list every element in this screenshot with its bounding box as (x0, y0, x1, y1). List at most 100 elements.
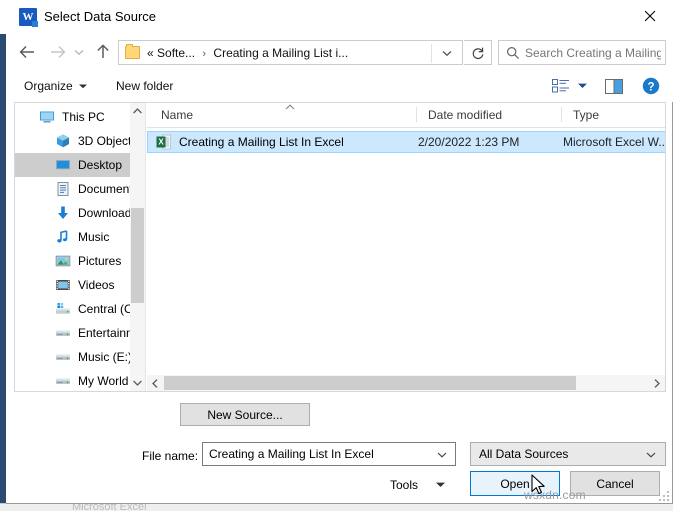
horizontal-scroll-thumb[interactable] (164, 376, 576, 390)
chevron-down-icon (74, 49, 84, 55)
pictures-icon (55, 253, 71, 269)
scroll-up-button[interactable] (130, 103, 145, 119)
sidebar-item-label: Downloads (78, 206, 138, 220)
chevron-left-icon (152, 378, 158, 388)
sidebar-item-3d-objects[interactable]: 3D Objects (15, 129, 145, 153)
address-divider (431, 44, 432, 63)
column-headers: Name Date modified Type (147, 103, 665, 128)
drive-icon (55, 349, 71, 365)
column-header-name[interactable]: Name (147, 103, 417, 126)
navigation-pane: This PC 3D Objects Desktop Documents Dow… (15, 103, 146, 391)
scroll-left-button[interactable] (147, 375, 163, 391)
chevron-down-icon (646, 452, 656, 458)
sidebar-item-music[interactable]: Music (15, 225, 145, 249)
sidebar-item-downloads[interactable]: Downloads (15, 201, 145, 225)
tools-button[interactable]: Tools (390, 474, 446, 496)
view-mode-button[interactable] (550, 75, 572, 97)
column-header-label: Type (573, 107, 600, 122)
file-type-cell: Microsoft Excel W... (563, 135, 665, 149)
column-header-date-modified[interactable]: Date modified (417, 103, 562, 126)
column-header-label: Date modified (428, 107, 503, 122)
sidebar-item-entertainment[interactable]: Entertainmen (15, 321, 145, 345)
videos-icon (55, 277, 71, 293)
select-data-source-dialog: W Select Data Source « Softe... › Creati… (6, 0, 673, 504)
svg-text:X: X (158, 138, 164, 147)
arrow-right-icon (50, 45, 65, 59)
new-folder-button[interactable]: New folder (112, 75, 177, 97)
forward-button[interactable] (44, 39, 70, 65)
help-button[interactable]: ? (640, 75, 662, 97)
documents-icon (55, 181, 71, 197)
breadcrumb-overflow[interactable]: « (147, 46, 154, 60)
breadcrumb-part-1[interactable]: Creating a Mailing List i... (213, 46, 348, 60)
sidebar-item-label: Desktop (78, 158, 123, 172)
organize-label: Organize (24, 79, 73, 93)
chevron-down-icon (437, 452, 447, 458)
file-name-cell: X Creating a Mailing List In Excel (156, 132, 418, 152)
close-icon (644, 10, 656, 21)
system-drive-icon (55, 301, 71, 317)
sidebar-item-label: 3D Objects (78, 134, 138, 148)
file-type-filter-combobox[interactable]: All Data Sources (470, 442, 666, 466)
chevron-down-icon (133, 380, 142, 386)
sidebar-item-label: Videos (78, 278, 115, 292)
search-icon (506, 46, 520, 60)
up-button[interactable] (90, 39, 116, 65)
recent-locations-button[interactable] (70, 39, 88, 65)
file-date-cell: 2/20/2022 1:23 PM (418, 135, 520, 149)
address-dropdown-button[interactable] (436, 45, 458, 62)
resize-grip[interactable] (657, 489, 669, 501)
sort-ascending-icon (285, 104, 295, 110)
sidebar-scrollbar[interactable] (130, 103, 145, 391)
file-type-filter-dropdown-button[interactable] (642, 447, 660, 463)
navigation-bar: « Softe... › Creating a Mailing List i..… (6, 34, 673, 70)
file-name-combobox[interactable]: Creating a Mailing List In Excel (202, 442, 456, 466)
new-source-button[interactable]: New Source... (180, 403, 310, 426)
refresh-button[interactable] (464, 40, 492, 65)
chevron-up-icon (133, 108, 142, 114)
title-bar: W Select Data Source (6, 0, 673, 34)
search-input[interactable]: Search Creating a Mailing Li... (525, 45, 661, 62)
sidebar-item-videos[interactable]: Videos (15, 273, 145, 297)
view-mode-dropdown[interactable] (575, 75, 589, 97)
chevron-right-icon (654, 378, 660, 388)
music-icon (55, 229, 71, 245)
list-view-icon (552, 79, 569, 93)
back-button[interactable] (14, 39, 40, 65)
sidebar-item-label: This PC (62, 110, 105, 124)
sidebar-item-label: Pictures (78, 254, 122, 268)
downloads-icon (55, 205, 71, 221)
preview-pane-button[interactable] (603, 75, 625, 97)
sidebar-item-my-world-f[interactable]: My World (F:) (15, 369, 145, 391)
close-button[interactable] (627, 0, 673, 31)
sidebar-item-this-pc[interactable]: This PC (15, 105, 145, 129)
column-header-type[interactable]: Type (562, 103, 665, 126)
breadcrumb-separator: › (202, 48, 207, 60)
command-bar: Organize New folder ? (6, 70, 673, 102)
file-name-input[interactable]: Creating a Mailing List In Excel (209, 446, 431, 463)
window-title: Select Data Source (44, 9, 157, 24)
content-area: This PC 3D Objects Desktop Documents Dow… (14, 102, 666, 392)
sidebar-item-pictures[interactable]: Pictures (15, 249, 145, 273)
address-bar[interactable]: « Softe... › Creating a Mailing List i..… (118, 40, 463, 65)
scroll-right-button[interactable] (649, 375, 665, 391)
file-list: Name Date modified Type X Creating a Mai… (147, 103, 665, 391)
sidebar-item-music-e[interactable]: Music (E:) (15, 345, 145, 369)
sidebar-scroll-thumb[interactable] (131, 208, 144, 303)
file-name-dropdown-button[interactable] (433, 447, 451, 463)
sidebar-item-desktop[interactable]: Desktop (15, 153, 145, 177)
table-row[interactable]: X Creating a Mailing List In Excel 2/20/… (147, 131, 665, 153)
sidebar-item-documents[interactable]: Documents (15, 177, 145, 201)
svg-text:?: ? (647, 81, 654, 93)
sidebar-item-central-c[interactable]: Central (C:) (15, 297, 145, 321)
tools-label: Tools (390, 478, 419, 492)
scroll-down-button[interactable] (130, 375, 145, 391)
file-list-horizontal-scrollbar[interactable] (147, 375, 665, 391)
search-box[interactable]: Search Creating a Mailing Li... (498, 40, 666, 65)
organize-button[interactable]: Organize (20, 75, 91, 97)
chevron-down-icon (577, 83, 587, 88)
breadcrumb-part-0[interactable]: Softe... (157, 46, 195, 60)
3d-objects-icon (55, 133, 71, 149)
chevron-down-icon (436, 482, 446, 487)
folder-icon (125, 44, 140, 59)
